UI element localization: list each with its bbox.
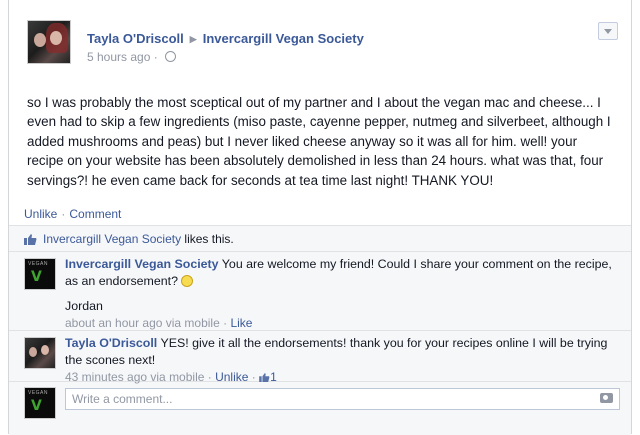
- liker-link[interactable]: Invercargill Vegan Society: [43, 232, 181, 246]
- commenter-avatar[interactable]: [24, 337, 56, 369]
- post-card: Tayla O'Driscoll ▶ Invercargill Vegan Soci…: [8, 0, 632, 435]
- globe-icon: [165, 51, 177, 62]
- smiley-icon: [181, 275, 194, 287]
- post-header: Tayla O'Driscoll ▶ Invercargill Vegan Soci…: [87, 31, 364, 46]
- comment-body: Invercargill Vegan Society You are welco…: [65, 256, 615, 332]
- comment-link[interactable]: Comment: [69, 207, 121, 221]
- post-body-text: so I was probably the most sceptical out…: [27, 95, 611, 188]
- feedback-section: Invercargill Vegan Society likes this. V…: [9, 225, 631, 435]
- thumbs-up-icon: [259, 373, 270, 382]
- composer-avatar: VEGAN V: [24, 387, 56, 419]
- author-avatar[interactable]: [27, 20, 71, 64]
- comment-input[interactable]: Write a comment...: [65, 388, 620, 410]
- camera-icon[interactable]: [600, 393, 613, 403]
- comment-item: Tayla O'Driscoll YES! give it all the en…: [9, 332, 631, 384]
- arrow-right-icon: ▶: [189, 34, 197, 44]
- commenter-name-link[interactable]: Tayla O'Driscoll: [65, 336, 157, 350]
- comment-meta: 43 minutes ago via mobile · Unlike · 1: [65, 370, 277, 384]
- comment-unlike-link[interactable]: Unlike: [215, 370, 248, 384]
- unlike-link[interactable]: Unlike: [24, 207, 57, 221]
- comment-like-count[interactable]: 1: [259, 370, 277, 384]
- comment-meta: about an hour ago via mobile · Like: [65, 316, 253, 330]
- commenter-name-link[interactable]: Invercargill Vegan Society: [65, 257, 219, 271]
- chevron-down-icon: [604, 29, 612, 34]
- thumbs-up-icon: [24, 234, 37, 245]
- author-name-link[interactable]: Tayla O'Driscoll: [87, 31, 184, 46]
- comment-signature: Jordan: [65, 299, 103, 313]
- commenter-avatar[interactable]: VEGAN V: [24, 258, 56, 290]
- comment-like-link[interactable]: Like: [230, 316, 252, 330]
- post-meta: 5 hours ago ·: [87, 50, 177, 64]
- post-timestamp[interactable]: 5 hours ago: [87, 50, 150, 64]
- comment-input-placeholder: Write a comment...: [72, 392, 173, 406]
- comment-body: Tayla O'Driscoll YES! give it all the en…: [65, 335, 615, 386]
- likes-summary: Invercargill Vegan Society likes this.: [9, 226, 631, 252]
- post-options-button[interactable]: [598, 22, 618, 40]
- comment-item: VEGAN V Invercargill Vegan Society You ar…: [9, 253, 631, 331]
- target-page-link[interactable]: Invercargill Vegan Society: [203, 31, 364, 46]
